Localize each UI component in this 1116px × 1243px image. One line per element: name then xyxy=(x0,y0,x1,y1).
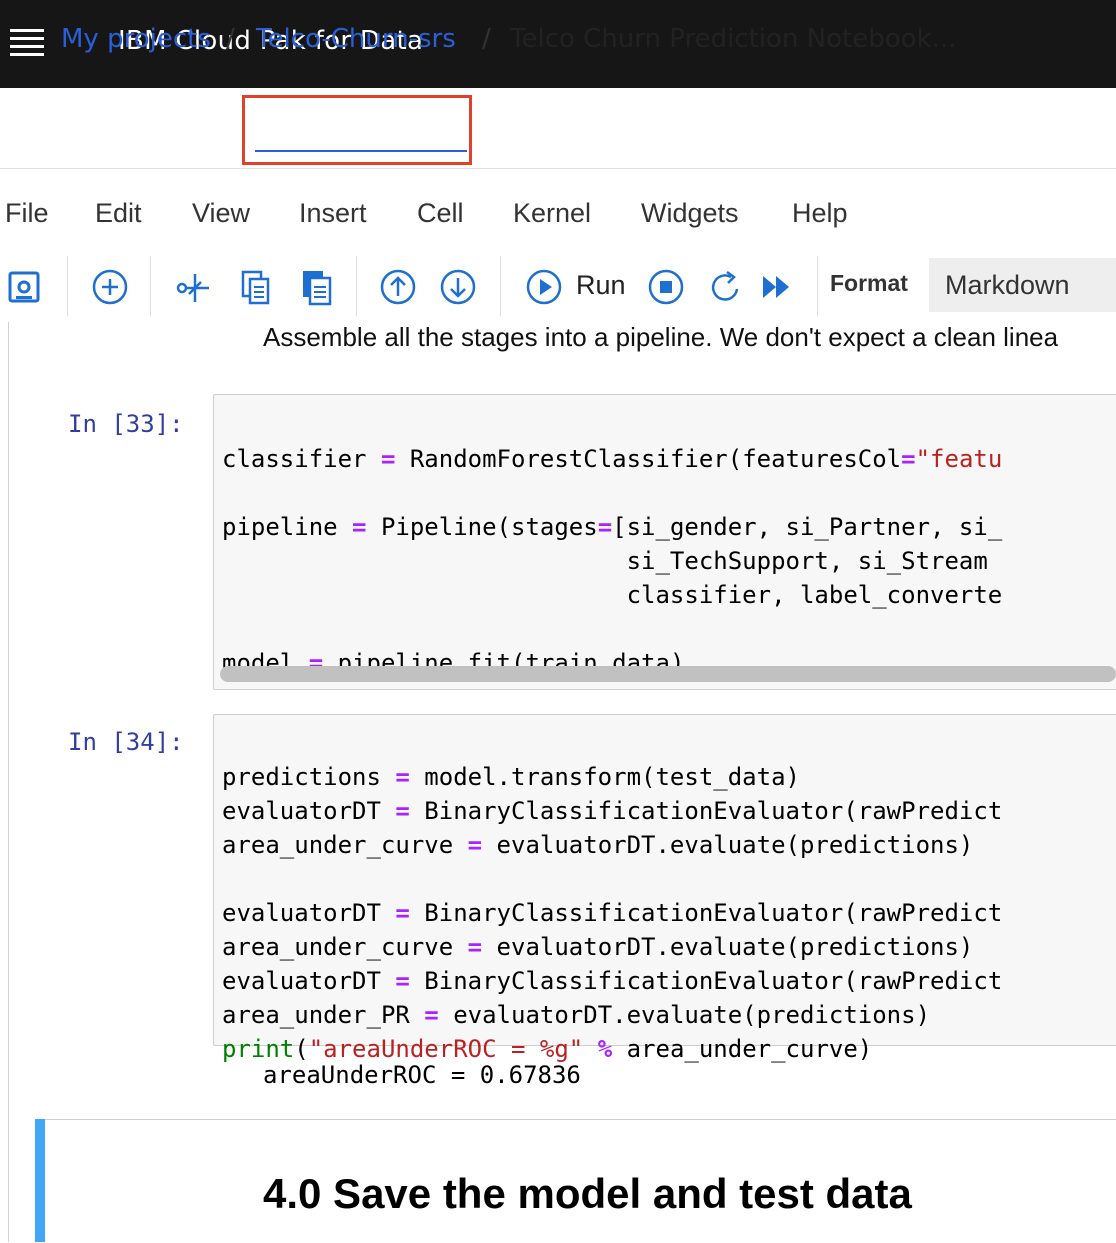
stop-icon[interactable] xyxy=(646,266,686,308)
restart-icon[interactable] xyxy=(706,266,746,308)
code-line: predictions = model.transform(test_data) xyxy=(222,763,800,791)
cell-prompt: In [33]: xyxy=(68,410,184,438)
toolbar-divider xyxy=(150,256,151,316)
copy-icon[interactable] xyxy=(235,266,275,308)
cell-prompt: In [34]: xyxy=(68,728,184,756)
menu-file[interactable]: File xyxy=(5,198,49,229)
section-heading: 4.0 Save the model and test data xyxy=(263,1170,912,1217)
breadcrumb-notebook: Telco Churn Prediction Notebook... xyxy=(510,24,957,54)
menu-view[interactable]: View xyxy=(192,198,250,229)
code-line: classifier = RandomForestClassifier(feat… xyxy=(222,445,1003,473)
breadcrumb-project[interactable]: Telco-Churn-srs xyxy=(256,24,456,54)
menu-kernel[interactable]: Kernel xyxy=(513,198,591,229)
menu-help[interactable]: Help xyxy=(792,198,848,229)
horizontal-scrollbar[interactable] xyxy=(220,666,1116,682)
code-line: pipeline = Pipeline(stages=[si_gender, s… xyxy=(222,513,1003,541)
menu-cell[interactable]: Cell xyxy=(417,198,464,229)
toolbar-divider xyxy=(817,256,818,316)
toolbar-divider xyxy=(356,256,357,316)
code-line: area_under_curve = evaluatorDT.evaluate(… xyxy=(222,933,974,961)
code-line: evaluatorDT = BinaryClassificationEvalua… xyxy=(222,967,1003,995)
cut-icon[interactable] xyxy=(174,266,214,308)
move-up-icon[interactable] xyxy=(378,266,418,308)
run-button-label[interactable]: Run xyxy=(576,270,626,301)
code-line: classifier, label_converte xyxy=(222,581,1003,609)
code-line: evaluatorDT = BinaryClassificationEvalua… xyxy=(222,899,1003,927)
menu-insert[interactable]: Insert xyxy=(299,198,367,229)
hamburger-menu-icon[interactable] xyxy=(10,29,46,59)
code-line: si_TechSupport, si_Stream xyxy=(222,547,988,575)
add-cell-icon[interactable] xyxy=(90,266,130,308)
cell-output: areaUnderROC = 0.67836 xyxy=(263,1061,581,1089)
highlight-box xyxy=(242,95,472,165)
cell-format-select[interactable]: Markdown xyxy=(929,258,1116,312)
breadcrumb-my-projects[interactable]: My projects xyxy=(61,24,211,54)
format-label: Format xyxy=(830,270,908,296)
selected-cell-indicator xyxy=(35,1119,45,1242)
save-icon[interactable] xyxy=(4,266,44,308)
run-all-icon[interactable] xyxy=(758,266,798,308)
code-line: area_under_curve = evaluatorDT.evaluate(… xyxy=(222,831,974,859)
move-down-icon[interactable] xyxy=(438,266,478,308)
run-icon[interactable] xyxy=(524,266,564,308)
markdown-text: Assemble all the stages into a pipeline.… xyxy=(263,322,1059,352)
breadcrumb-separator: / xyxy=(226,24,235,54)
code-line: evaluatorDT = BinaryClassificationEvalua… xyxy=(222,797,1003,825)
toolbar-divider xyxy=(500,256,501,316)
toolbar-divider xyxy=(67,256,68,316)
breadcrumb-separator: / xyxy=(482,24,491,54)
menu-edit[interactable]: Edit xyxy=(95,198,142,229)
code-line: area_under_PR = evaluatorDT.evaluate(pre… xyxy=(222,1001,931,1029)
breadcrumb xyxy=(0,90,1116,169)
menu-widgets[interactable]: Widgets xyxy=(641,198,739,229)
paste-icon[interactable] xyxy=(296,266,336,308)
format-value: Markdown xyxy=(945,270,1070,300)
code-cell-34-source: predictions = model.transform(test_data)… xyxy=(222,726,1002,1100)
